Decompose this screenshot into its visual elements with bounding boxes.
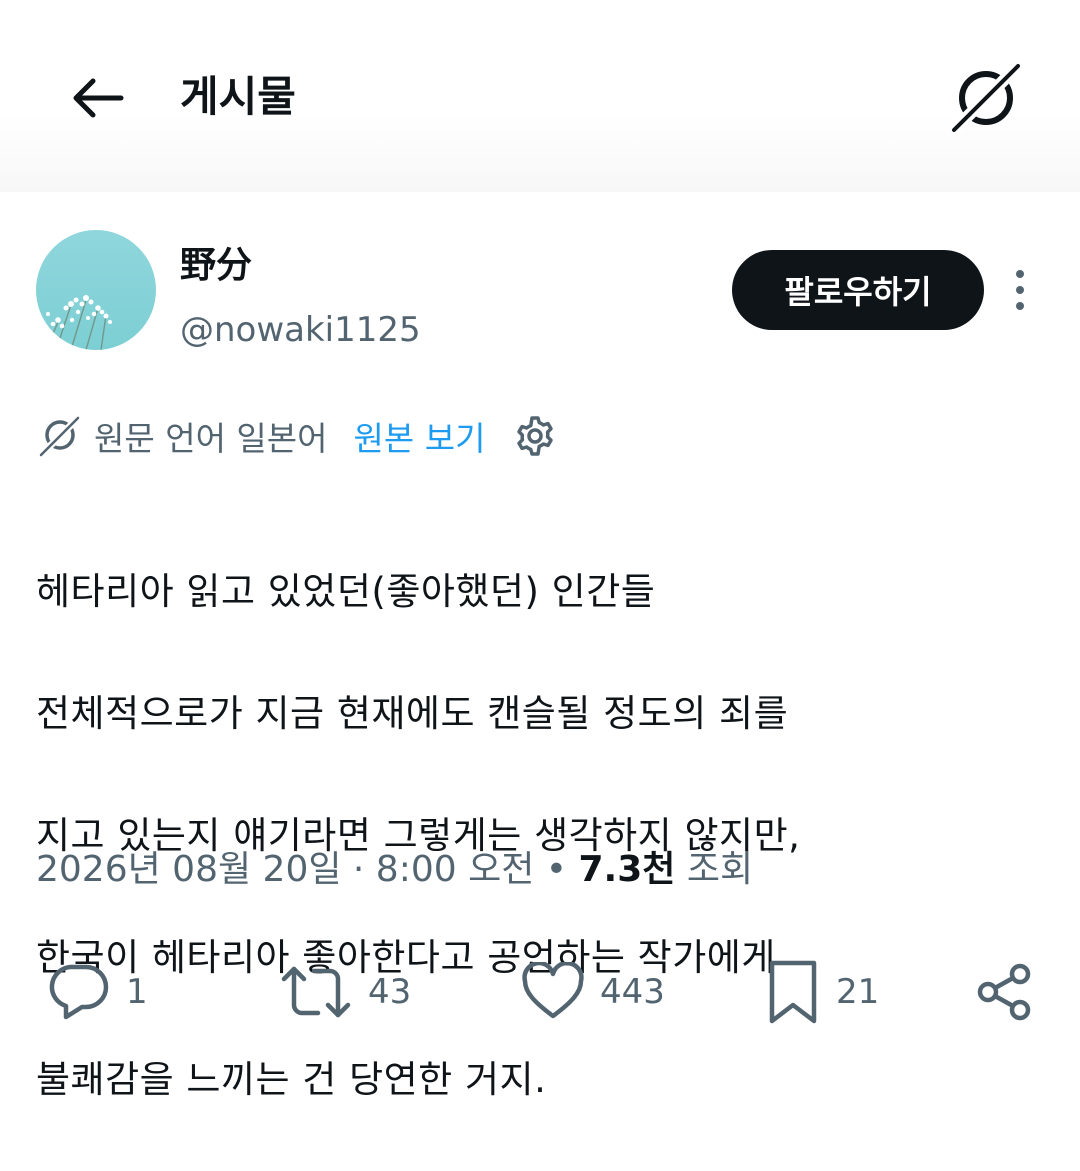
- avatar[interactable]: [36, 230, 156, 350]
- post-text: 헤타리아 읽고 있었던(좋아했던) 인간들 전체적으로가 지금 현재에도 캔슬될…: [36, 500, 1046, 1171]
- bookmark-button[interactable]: 21: [764, 952, 879, 1032]
- bookmark-icon: [764, 957, 822, 1027]
- translation-bar: 원문 언어 일본어 원본 보기: [36, 408, 559, 464]
- meta-separator: •: [534, 849, 579, 890]
- share-button[interactable]: [972, 952, 1036, 1032]
- repost-icon: [278, 961, 354, 1023]
- gear-icon: [517, 416, 554, 456]
- translate-off-icon: [949, 61, 1023, 135]
- post-text-line: 전체적으로가 지금 현재에도 캔슬될 정도의 죄를: [36, 692, 789, 735]
- page-title: 게시물: [180, 72, 296, 121]
- like-button[interactable]: 443: [520, 952, 665, 1032]
- post-text-line: 불쾌감을 느끼는 건 당연한 거지.: [36, 1058, 547, 1101]
- views-label: 조회: [675, 849, 754, 890]
- share-icon: [972, 960, 1036, 1024]
- more-options-button[interactable]: [1000, 262, 1040, 318]
- post-text-line: 헤타리아 읽고 있었던(좋아했던) 인간들: [36, 570, 656, 613]
- reply-count: 1: [126, 972, 148, 1012]
- heart-icon: [520, 962, 586, 1022]
- avatar-image: [36, 230, 156, 350]
- bookmark-count: 21: [836, 972, 880, 1012]
- reply-icon: [44, 961, 112, 1023]
- post-datetime[interactable]: 2026년 08월 20일 · 8:00 오전: [36, 849, 534, 890]
- arrow-left-icon: [73, 78, 124, 118]
- author-handle[interactable]: @nowaki1125: [180, 306, 421, 354]
- repost-button[interactable]: 43: [278, 952, 411, 1032]
- translate-toggle-button[interactable]: [944, 58, 1028, 138]
- more-vertical-icon: [1016, 270, 1024, 310]
- translate-icon: [36, 413, 82, 459]
- views-count[interactable]: 7.3천: [578, 849, 675, 890]
- like-count: 443: [600, 972, 665, 1012]
- reply-button[interactable]: 1: [44, 952, 148, 1032]
- translation-status: 원문 언어 일본어: [94, 419, 328, 458]
- translation-settings-button[interactable]: [513, 413, 559, 459]
- show-original-link[interactable]: 원본 보기: [354, 412, 486, 460]
- action-bar: 1 43 443 21: [0, 952, 1080, 1032]
- post-meta: 2026년 08월 20일 · 8:00 오전 • 7.3천 조회: [36, 842, 753, 898]
- top-app-bar: 게시물: [0, 0, 1080, 192]
- back-button[interactable]: [66, 70, 128, 126]
- author-display-name[interactable]: 野分: [180, 240, 252, 292]
- follow-button[interactable]: 팔로우하기: [732, 250, 984, 330]
- repost-count: 43: [368, 972, 412, 1012]
